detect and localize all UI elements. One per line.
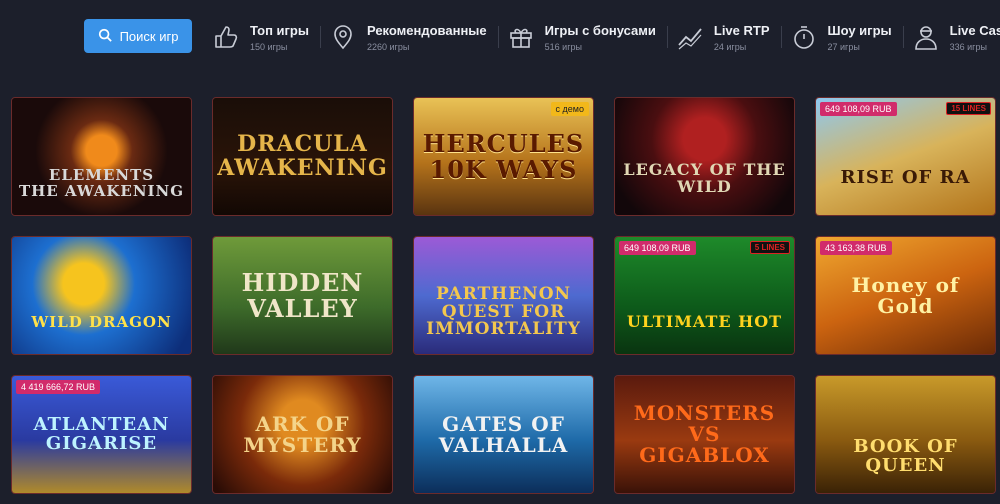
category-count: 2260 игры bbox=[366, 41, 410, 52]
category-count: 516 игры bbox=[544, 41, 582, 52]
game-tile-wild-dragon[interactable]: WILD DRAGON bbox=[11, 236, 192, 355]
jackpot-badge: 43 163,38 RUB bbox=[820, 241, 892, 255]
category-recommended[interactable]: Рекомендованные 2260 игры bbox=[323, 14, 501, 60]
game-tile-dracula-awakening[interactable]: DRACULA AWAKENING bbox=[212, 97, 393, 216]
game-tile-atlantean-gigarise[interactable]: ATLANTEAN GIGARISE 4 419 666,72 RUB bbox=[11, 375, 192, 494]
category-count: 24 игры bbox=[713, 41, 747, 52]
category-live-casino[interactable]: Live Casino 336 игры bbox=[906, 14, 1000, 60]
games-grid: ELEMENTS THE AWAKENING DRACULA AWAKENING… bbox=[11, 97, 999, 494]
category-title: Рекомендованные bbox=[366, 22, 487, 38]
game-tile-honey-of-gold[interactable]: Honey of Gold 43 163,38 RUB bbox=[815, 236, 996, 355]
category-show-games[interactable]: Шоу игры 27 игры bbox=[784, 14, 906, 60]
game-tile-ark-of-mystery[interactable]: ARK OF MYSTERY bbox=[212, 375, 393, 494]
category-title: Шоу игры bbox=[827, 22, 892, 38]
category-bonus-games[interactable]: Игры с бонусами 516 игры bbox=[501, 14, 670, 60]
jackpot-badge: 649 108,09 RUB bbox=[619, 241, 696, 255]
game-title: ELEMENTS THE AWAKENING bbox=[18, 165, 185, 200]
game-title: BOOK OF QUEEN bbox=[853, 435, 958, 476]
jackpot-badge: 4 419 666,72 RUB bbox=[16, 380, 101, 394]
game-title: MONSTERS VS GIGABLOX bbox=[633, 401, 776, 467]
dealer-icon bbox=[912, 23, 940, 51]
category-title: Топ игры bbox=[250, 22, 309, 38]
game-title: ARK OF MYSTERY bbox=[243, 411, 362, 457]
location-pin-icon bbox=[329, 23, 357, 51]
search-games-button[interactable]: Поиск игр bbox=[84, 19, 192, 53]
game-title: LEGACY OF THE WILD bbox=[623, 159, 786, 196]
game-tile-monsters-vs-gigablox[interactable]: MONSTERS VS GIGABLOX bbox=[614, 375, 795, 494]
game-tile-rise-of-ra[interactable]: RISE OF RA 649 108,09 RUB 15 LINES bbox=[815, 97, 996, 216]
category-nav: Топ игры 150 игры Рекомендованные 2260 игр… bbox=[206, 14, 1000, 60]
game-title: WILD DRAGON bbox=[31, 312, 172, 331]
top-bar: Поиск игр Топ игры 150 игры Рекомендованн… bbox=[0, 0, 1000, 74]
game-tile-hercules-10k-ways[interactable]: HERCULES 10K WAYS с демо bbox=[413, 97, 594, 216]
category-live-rtp[interactable]: Live RTP 24 игры bbox=[670, 14, 784, 60]
trend-line-icon bbox=[676, 23, 704, 51]
demo-badge: с демо bbox=[550, 102, 589, 116]
game-title: PARTHENON QUEST FOR IMMORTALITY bbox=[426, 283, 581, 340]
stopwatch-icon bbox=[790, 23, 818, 51]
search-icon bbox=[98, 28, 112, 45]
game-tile-parthenon[interactable]: PARTHENON QUEST FOR IMMORTALITY bbox=[413, 236, 594, 355]
lines-badge: 5 LINES bbox=[749, 241, 790, 254]
game-tile-ultimate-hot[interactable]: ULTIMATE HOT 649 108,09 RUB 5 LINES bbox=[614, 236, 795, 355]
category-title: Игры с бонусами bbox=[544, 22, 656, 38]
category-title: Live Casino bbox=[949, 22, 1000, 38]
lines-badge: 15 LINES bbox=[946, 102, 991, 115]
game-tile-hidden-valley[interactable]: HIDDEN VALLEY bbox=[212, 236, 393, 355]
jackpot-badge: 649 108,09 RUB bbox=[820, 102, 897, 116]
category-count: 336 игры bbox=[949, 41, 987, 52]
game-title: HIDDEN VALLEY bbox=[241, 268, 364, 323]
category-count: 27 игры bbox=[827, 41, 860, 52]
game-tile-gates-of-valhalla[interactable]: GATES OF VALHALLA bbox=[413, 375, 594, 494]
gift-icon bbox=[507, 23, 535, 51]
category-top-games[interactable]: Топ игры 150 игры bbox=[206, 14, 323, 60]
game-tile-legacy-of-the-wild[interactable]: LEGACY OF THE WILD bbox=[614, 97, 795, 216]
category-count: 150 игры bbox=[250, 41, 288, 52]
thumbs-up-icon bbox=[212, 23, 240, 51]
game-tile-elements-the-awakening[interactable]: ELEMENTS THE AWAKENING bbox=[11, 97, 192, 216]
game-tile-book-of-queen[interactable]: BOOK OF QUEEN bbox=[815, 375, 996, 494]
search-games-label: Поиск игр bbox=[119, 28, 179, 44]
game-title: GATES OF VALHALLA bbox=[438, 411, 569, 457]
category-title: Live RTP bbox=[713, 22, 770, 38]
game-title: DRACULA AWAKENING bbox=[217, 131, 388, 181]
